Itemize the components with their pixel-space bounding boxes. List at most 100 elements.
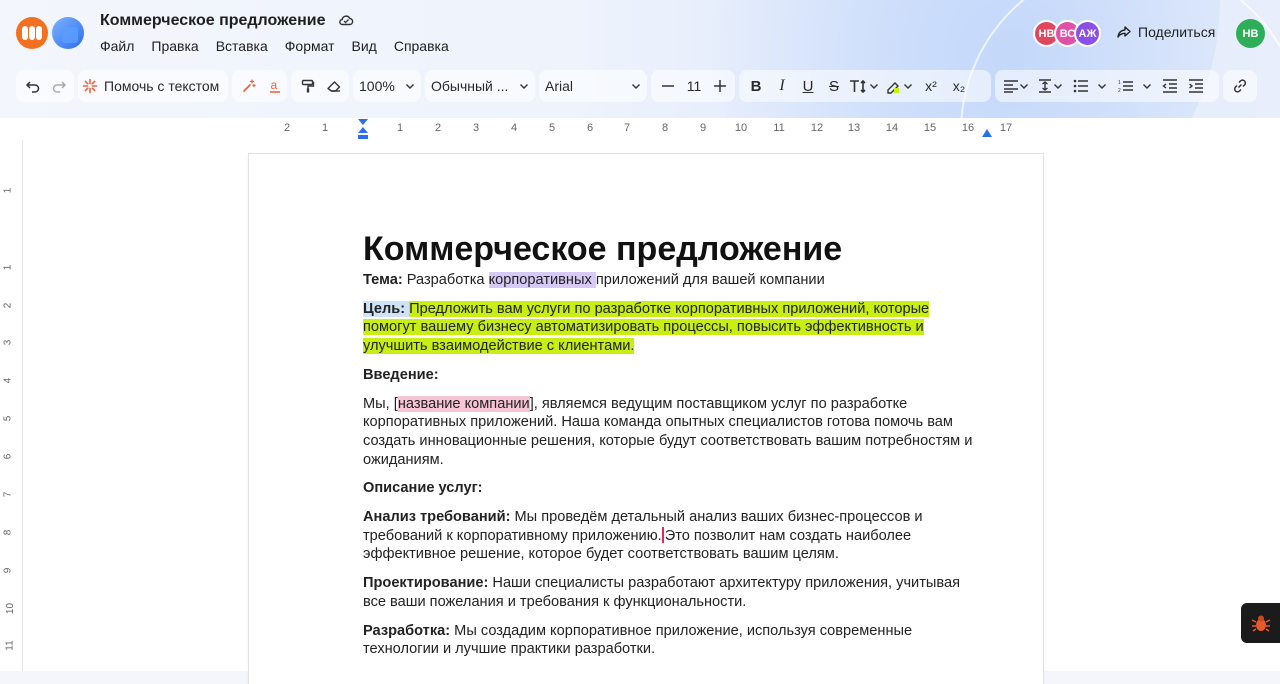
goal-paragraph[interactable]: Цель: Предложить вам услуги по разработк… <box>363 300 933 356</box>
ruler-tick: 15 <box>923 122 937 134</box>
intro-heading[interactable]: Введение: <box>363 366 983 385</box>
right-indent-marker[interactable] <box>981 126 993 138</box>
menu-insert[interactable]: Вставка <box>216 38 268 54</box>
font-family-value: Arial <box>545 78 574 94</box>
subscript-button[interactable]: x₂ <box>945 70 973 102</box>
share-button[interactable]: Поделиться <box>1116 24 1215 40</box>
share-icon <box>1117 26 1131 38</box>
services-heading[interactable]: Описание услуг: <box>363 479 983 498</box>
bullet-list-button[interactable] <box>1067 70 1113 102</box>
plus-icon <box>714 80 726 92</box>
chevron-down-icon <box>406 84 414 89</box>
redo-button[interactable] <box>46 70 72 102</box>
analysis-label: Анализ требований: <box>363 509 511 526</box>
paragraph-style-value: Обычный ... <box>431 78 509 94</box>
chevron-down-icon <box>904 84 912 89</box>
intro-heading-text: Введение: <box>363 366 439 383</box>
paragraph-group: 12 <box>995 70 1219 102</box>
clear-format-button[interactable] <box>321 70 347 102</box>
history-group <box>16 70 74 102</box>
intro-paragraph[interactable]: Мы, [название компании], являемся ведущи… <box>363 395 983 470</box>
topic-text-end: приложений для вашей компании <box>595 272 825 288</box>
font-size-input[interactable]: 11 <box>681 70 707 102</box>
line-spacing-button[interactable] <box>1033 70 1067 102</box>
paint-roller-icon <box>301 79 315 93</box>
ruler-tick: 14 <box>885 122 899 134</box>
company-name-placeholder: название компании <box>397 395 530 412</box>
yandex-360-logo-icon[interactable] <box>16 17 48 49</box>
italic-button[interactable]: I <box>769 70 795 102</box>
underline-button[interactable]: U <box>795 70 821 102</box>
design-paragraph[interactable]: Проектирование: Наши специалисты разрабо… <box>363 574 973 611</box>
minus-icon <box>662 85 674 87</box>
chevron-down-icon <box>1143 84 1151 89</box>
bug-icon <box>1251 615 1270 632</box>
docs-app-logo-icon[interactable] <box>52 17 84 49</box>
align-left-icon <box>1004 80 1018 93</box>
zoom-select[interactable]: 100% <box>353 70 421 102</box>
analysis-paragraph[interactable]: Анализ требований: Мы проведём детальный… <box>363 508 933 564</box>
superscript-button[interactable]: x² <box>917 70 945 102</box>
menu-view[interactable]: Вид <box>352 38 377 54</box>
goal-label: Цель: <box>363 300 406 317</box>
line-spacing-icon <box>1039 79 1051 93</box>
assist-button[interactable]: Помочь с текстом <box>82 70 219 102</box>
menu-edit[interactable]: Правка <box>151 38 198 54</box>
chevron-down-icon <box>870 84 878 89</box>
insert-link-button[interactable] <box>1227 70 1253 102</box>
ruler-tick: 13 <box>847 122 861 134</box>
cloud-saved-icon <box>339 15 354 26</box>
svg-text:a: a <box>271 78 278 92</box>
ruler-tick: 2 <box>434 122 442 134</box>
document-body[interactable]: Коммерческое предложение Тема: Разработк… <box>363 230 983 669</box>
font-family-select[interactable]: Arial <box>539 70 647 102</box>
vruler-tick: 10 <box>5 602 17 615</box>
outdent-icon <box>1162 79 1177 93</box>
topic-text-start: Разработка <box>402 272 489 288</box>
vertical-ruler[interactable]: 1 1 2 3 4 5 6 7 8 9 10 11 <box>0 140 23 671</box>
ai-magic-button[interactable] <box>236 70 262 102</box>
ruler-tick: 16 <box>961 122 975 134</box>
horizontal-ruler[interactable]: 2 1 1 2 3 4 5 6 7 8 9 10 11 12 13 14 15 … <box>0 118 1280 140</box>
menu-file[interactable]: Файл <box>100 38 134 54</box>
ruler-tick: 17 <box>999 122 1013 134</box>
strikethrough-button[interactable]: S <box>821 70 847 102</box>
left-indent-marker[interactable] <box>357 118 369 140</box>
ai-text-button[interactable]: a <box>262 70 288 102</box>
ruler-tick: 1 <box>396 122 404 134</box>
intro-text-start: Мы, [ <box>363 395 398 412</box>
document-heading[interactable]: Коммерческое предложение <box>363 230 983 268</box>
ruler-tick: 7 <box>623 122 631 134</box>
paragraph-style-select[interactable]: Обычный ... <box>425 70 535 102</box>
vruler-tick: 1 <box>2 187 14 194</box>
user-avatar[interactable]: НВ <box>1236 19 1265 48</box>
menu-help[interactable]: Справка <box>394 38 449 54</box>
sparkle-icon <box>82 78 98 94</box>
document-title[interactable]: Коммерческое предложение <box>100 12 326 30</box>
chevron-down-icon <box>632 84 640 89</box>
link-group <box>1223 70 1257 102</box>
decrease-font-size-button[interactable] <box>655 70 681 102</box>
increase-indent-button[interactable] <box>1183 70 1209 102</box>
decrease-indent-button[interactable] <box>1157 70 1183 102</box>
text-style-group: B I U S x² x₂ <box>739 70 991 102</box>
vruler-tick: 3 <box>2 339 14 346</box>
highlight-button[interactable] <box>881 70 917 102</box>
undo-button[interactable] <box>20 70 46 102</box>
bold-button[interactable]: B <box>743 70 769 102</box>
topic-paragraph[interactable]: Тема: Разработка корпоративных приложени… <box>363 271 983 290</box>
numbered-list-button[interactable]: 12 <box>1113 70 1157 102</box>
format-painter-button[interactable] <box>295 70 321 102</box>
collaborator-avatar-3[interactable]: АЖ <box>1074 20 1101 47</box>
vruler-tick: 8 <box>2 529 14 536</box>
menu-format[interactable]: Формат <box>285 38 335 54</box>
chevron-down-icon <box>520 84 528 89</box>
bug-report-button[interactable] <box>1241 603 1280 643</box>
text-size-button[interactable] <box>847 70 881 102</box>
topic-label: Тема: <box>363 272 403 288</box>
ruler-tick: 5 <box>548 122 556 134</box>
font-size-group: 11 <box>651 70 735 102</box>
increase-font-size-button[interactable] <box>707 70 733 102</box>
development-paragraph[interactable]: Разработка: Мы создадим корпоративное пр… <box>363 622 933 659</box>
align-button[interactable] <box>999 70 1033 102</box>
